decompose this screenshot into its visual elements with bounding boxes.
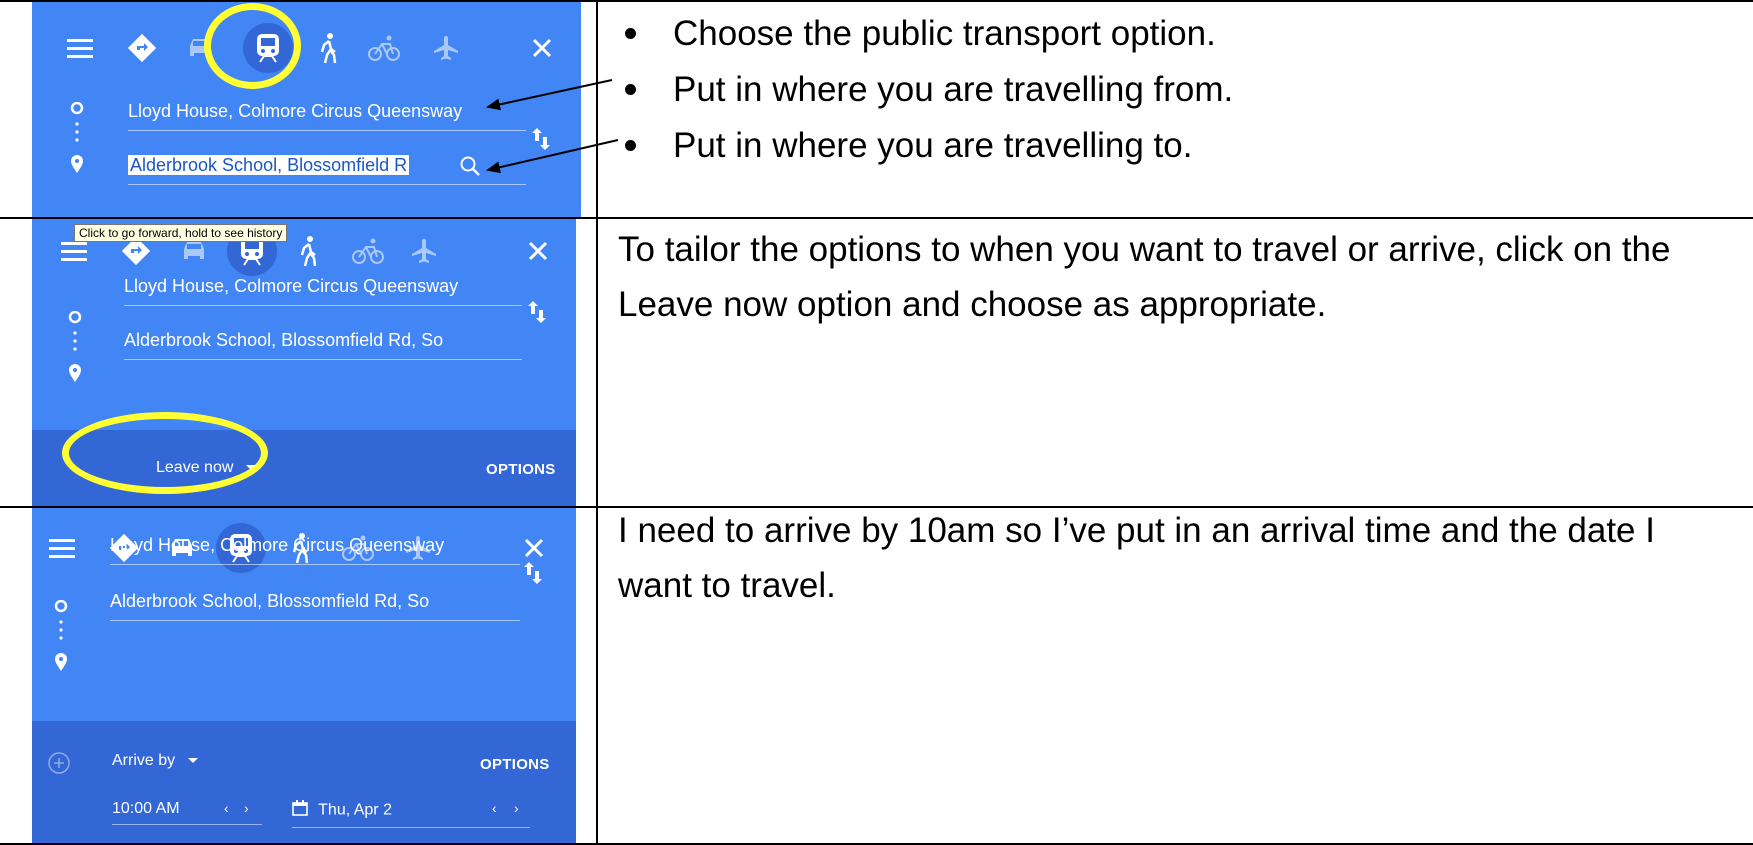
- arrow-to-origin: [486, 79, 613, 111]
- arrow-to-destination: [486, 139, 619, 174]
- annotation-arrows: [486, 79, 619, 174]
